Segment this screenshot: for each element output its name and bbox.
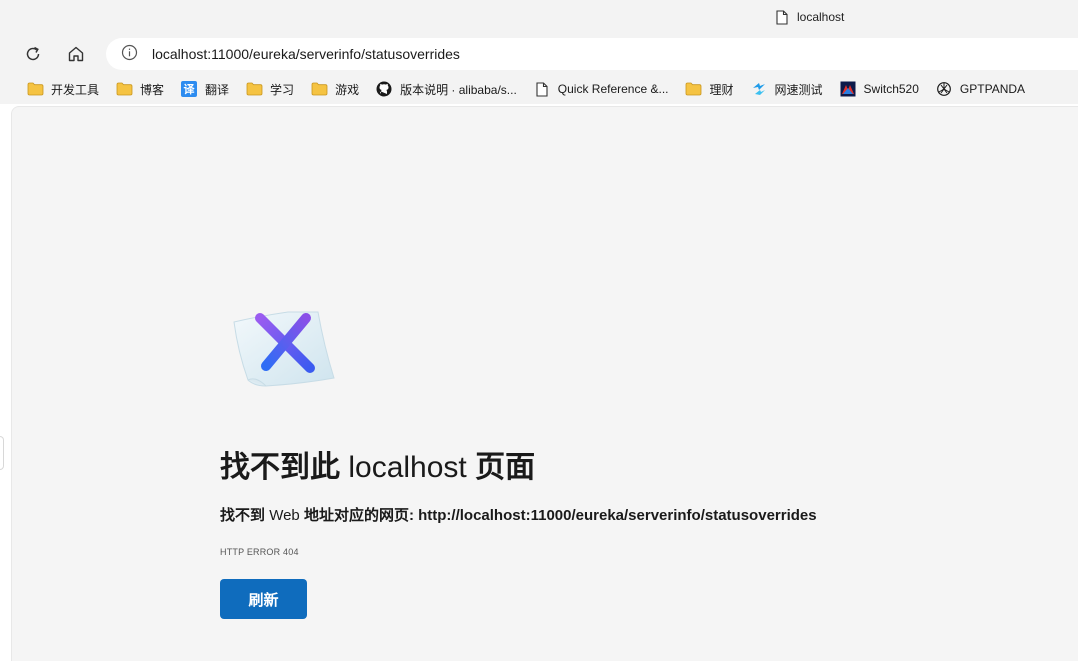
bookmark-label: 版本说明 · alibaba/s... [400,82,517,97]
error-desc-prefix: 找不到 [220,507,266,524]
home-icon [68,46,84,62]
bookmarks-bar: 开发工具 博客 译 翻译 学习 游戏 版本说明 · alibaba/s... Q… [0,74,1078,104]
folder-icon [26,81,44,97]
tab-title: localhost [797,10,845,24]
bookmark-speed-test[interactable]: 网速测试 [746,77,827,101]
bookmark-label: 学习 [270,82,295,97]
error-title-host: localhost [348,451,467,484]
error-desc-web: Web [269,507,300,524]
bookmark-games[interactable]: 游戏 [306,77,363,101]
folder-icon [245,81,263,97]
bookmark-label: 博客 [140,82,165,97]
error-desc-middle: 地址对应的网页: [303,507,414,524]
switch520-icon [839,81,857,97]
title-bar: localhost [0,0,1078,34]
error-title-suffix: 页面 [475,451,536,484]
sidebar-handle[interactable] [0,436,4,470]
bookmark-label: 网速测试 [774,82,823,97]
error-description: 找不到 Web 地址对应的网页: http://localhost:11000/… [220,504,817,525]
error-title: 找不到此 localhost 页面 [220,442,535,486]
address-bar[interactable]: localhost:11000/eureka/serverinfo/status… [106,38,1078,70]
bookmark-blog[interactable]: 博客 [111,77,168,101]
bookmark-release-notes[interactable]: 版本说明 · alibaba/s... [371,77,521,101]
tab-localhost[interactable]: localhost [762,0,1078,34]
page-icon [533,81,551,97]
bookmark-gptpanda[interactable]: GPTPANDA [931,77,1029,101]
bookmark-finance[interactable]: 理财 [681,77,738,101]
bookmark-dev-tools[interactable]: 开发工具 [22,77,103,101]
bookmark-label: Switch520 [863,82,919,96]
folder-icon [115,81,133,97]
reload-icon [26,46,40,61]
folder-icon [685,81,703,97]
bookmark-study[interactable]: 学习 [241,77,298,101]
bookmark-label: GPTPANDA [959,82,1026,96]
reload-page-button[interactable]: 刷新 [220,579,307,619]
bookmark-label: 翻译 [205,82,230,97]
error-illustration [230,306,340,401]
bookmark-quick-reference[interactable]: Quick Reference &... [529,77,673,101]
error-code: HTTP ERROR 404 [220,547,299,557]
bookmark-label: 理财 [709,82,734,97]
page-content [11,106,1078,661]
bookmark-switch520[interactable]: Switch520 [835,77,923,101]
github-icon [375,81,393,97]
home-button[interactable] [63,42,89,66]
toolbar: localhost:11000/eureka/serverinfo/status… [0,34,1078,74]
page-icon [776,9,788,25]
site-info-icon[interactable] [121,44,138,64]
error-url: http://localhost:11000/eureka/serverinfo… [418,507,817,524]
error-title-prefix: 找不到此 [220,451,340,484]
bookmark-label: Quick Reference &... [557,82,669,96]
openai-icon [935,81,953,97]
folder-icon [310,81,328,97]
reload-button[interactable] [20,42,46,66]
translate-icon: 译 [180,81,198,97]
address-text: localhost:11000/eureka/serverinfo/status… [152,46,460,62]
bookmark-label: 开发工具 [51,82,100,97]
bookmark-translate[interactable]: 译 翻译 [176,77,233,101]
speedtest-icon [750,81,768,97]
bookmark-label: 游戏 [335,82,360,97]
